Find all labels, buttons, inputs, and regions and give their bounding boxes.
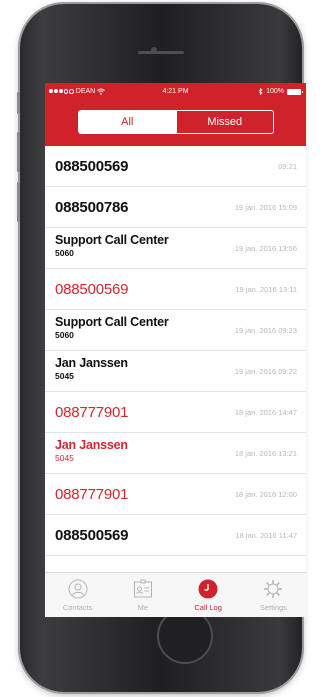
call-timestamp: 18 jan. 2016 12:00 [234, 490, 297, 499]
tab-call-log-label: Call Log [194, 603, 222, 612]
tab-contacts[interactable]: Contacts [45, 573, 110, 617]
tab-me[interactable]: Me [110, 573, 175, 617]
caller-extension: 5060 [55, 330, 74, 340]
caller-extension: 5045 [55, 371, 74, 381]
call-timestamp: 19 jan. 2016 09:22 [234, 367, 297, 376]
volume-down-button [17, 182, 20, 222]
caller-name: Jan Janssen [55, 438, 128, 452]
call-log-row[interactable]: 088500569 09:21 [45, 146, 306, 187]
caller-name: Jan Janssen [55, 356, 128, 370]
caller-name: 088500569 [55, 158, 129, 175]
call-timestamp: 19 jan. 2016 13:56 [234, 244, 297, 253]
caller-name: 088500786 [55, 199, 129, 216]
call-timestamp: 19 jan. 2016 15:09 [234, 203, 297, 212]
tab-settings-label: Settings [259, 603, 287, 612]
call-timestamp: 19 jan. 2016 09:23 [234, 326, 297, 335]
call-log-row[interactable]: 088500569 18 jan. 2016 11:47 [45, 515, 306, 556]
caller-name: 088500569 [55, 527, 129, 544]
status-right: 100% [258, 88, 303, 95]
tab-contacts-label: Contacts [62, 603, 93, 612]
status-bar: DEAN 4:21 PM 100% [45, 83, 306, 101]
call-log-row[interactable]: Support Call Center 5060 19 jan. 2016 13:5… [45, 228, 306, 269]
caller-extension: 5045 [55, 453, 74, 463]
gear-icon [262, 578, 284, 600]
call-log-row[interactable]: 088500786 19 jan. 2016 15:09 [45, 187, 306, 228]
call-log-row[interactable]: 088500569 19 jan. 2016 13:11 [45, 269, 306, 310]
call-log-row[interactable]: Support Call Center 5060 19 jan. 2016 09:2… [45, 310, 306, 351]
battery-icon [287, 88, 303, 95]
tab-settings[interactable]: Settings [241, 573, 306, 617]
call-filter-segmented-control: All Missed [78, 110, 274, 134]
tab-call-log[interactable]: Call Log [176, 573, 241, 617]
volume-up-button [17, 132, 20, 172]
call-timestamp: 18 jan. 2016 13:21 [234, 449, 297, 458]
caller-name: 088500569 [55, 281, 129, 298]
bluetooth-icon [258, 88, 263, 95]
caller-name: 088777901 [55, 404, 129, 421]
call-log-row[interactable]: Jan Janssen 5045 19 jan. 2016 09:22 [45, 351, 306, 392]
segment-missed[interactable]: Missed [175, 111, 274, 133]
segment-all[interactable]: All [79, 111, 176, 133]
call-timestamp: 18 jan. 2016 14:47 [234, 408, 297, 417]
call-log-list: 088500569 09:21 088500786 19 jan. 2016 15:0… [45, 146, 306, 556]
caller-extension: 5060 [55, 248, 74, 258]
tab-me-label: Me [137, 603, 149, 612]
tab-bar: Contacts Me Call Log Settings [45, 572, 306, 617]
id-card-icon [132, 578, 154, 600]
earpiece-speaker [138, 51, 184, 54]
caller-name: Support Call Center [55, 315, 169, 329]
app-screen: DEAN 4:21 PM 100% All Missed 088500569 09… [45, 83, 306, 617]
contacts-icon [67, 578, 89, 600]
silent-switch [17, 92, 20, 114]
caller-name: Support Call Center [55, 233, 169, 247]
call-timestamp: 09:21 [278, 162, 297, 171]
caller-name: 088777901 [55, 486, 129, 503]
call-log-row[interactable]: 088777901 18 jan. 2016 12:00 [45, 474, 306, 515]
clock-icon [197, 578, 219, 600]
call-log-row[interactable]: 088777901 18 jan. 2016 14:47 [45, 392, 306, 433]
call-timestamp: 19 jan. 2016 13:11 [235, 285, 297, 294]
battery-percent: 100% [266, 88, 284, 95]
call-timestamp: 18 jan. 2016 11:47 [235, 531, 297, 540]
call-log-row[interactable]: Jan Janssen 5045 18 jan. 2016 13:21 [45, 433, 306, 474]
